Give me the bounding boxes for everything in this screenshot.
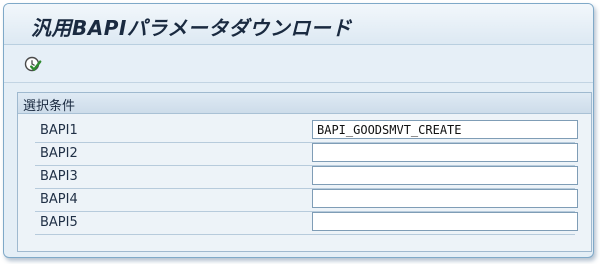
- page-title: 汎用BAPIパラメータダウンロード: [31, 16, 352, 40]
- sap-window: 汎用BAPIパラメータダウンロード 選択条件 BAPI1 BAPI2 BAPI3: [3, 3, 594, 258]
- panel-title: 選択条件: [23, 99, 76, 114]
- bapi4-row: BAPI4: [35, 189, 578, 212]
- selection-criteria-panel: 選択条件 BAPI1 BAPI2 BAPI3 BAPI4 BAPI5: [17, 92, 592, 252]
- bapi2-input[interactable]: [312, 143, 578, 162]
- bapi1-label: BAPI1: [40, 123, 78, 138]
- title-bar: 汎用BAPIパラメータダウンロード: [4, 4, 593, 45]
- execute-button[interactable]: [24, 55, 42, 73]
- bapi5-input[interactable]: [312, 212, 578, 231]
- bapi2-label: BAPI2: [40, 146, 78, 161]
- bapi3-label: BAPI3: [40, 169, 78, 184]
- bapi1-row: BAPI1: [35, 120, 578, 143]
- bapi4-input[interactable]: [312, 189, 578, 208]
- bapi3-input[interactable]: [312, 166, 578, 185]
- bapi2-row: BAPI2: [35, 143, 578, 166]
- execute-icon: [24, 56, 42, 72]
- bapi4-label: BAPI4: [40, 192, 78, 207]
- panel-header: 選択条件: [18, 93, 591, 114]
- application-toolbar: [4, 45, 593, 83]
- bapi5-label: BAPI5: [40, 215, 78, 230]
- bapi5-row: BAPI5: [35, 212, 578, 235]
- bapi1-input[interactable]: [312, 120, 578, 139]
- bapi3-row: BAPI3: [35, 166, 578, 189]
